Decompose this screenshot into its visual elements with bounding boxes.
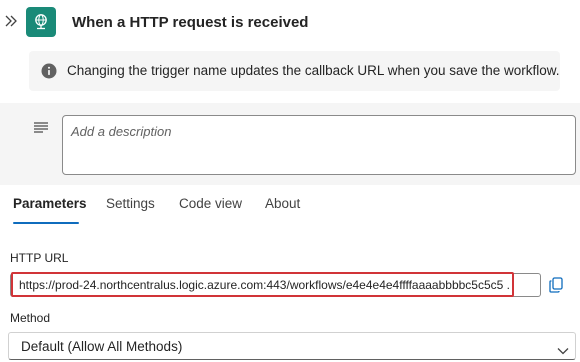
info-icon: [41, 63, 57, 79]
http-url-label: HTTP URL: [10, 251, 69, 265]
active-tab-indicator: [13, 222, 79, 224]
http-url-value: https://prod-24.northcentralus.logic.azu…: [19, 278, 509, 292]
text-align-icon: [34, 120, 48, 133]
chevron-down-icon: [557, 342, 569, 355]
info-message-text: Changing the trigger name updates the ca…: [67, 63, 560, 78]
tab-about[interactable]: About: [265, 196, 300, 211]
tab-parameters[interactable]: Parameters: [13, 196, 87, 211]
method-label: Method: [10, 311, 51, 325]
description-section: Add a description: [0, 103, 580, 185]
tab-settings[interactable]: Settings: [106, 196, 155, 211]
description-placeholder: Add a description: [71, 124, 172, 139]
trigger-title[interactable]: When a HTTP request is received: [72, 14, 308, 31]
method-selected-value: Default (Allow All Methods): [21, 339, 183, 354]
http-url-field[interactable]: https://prod-24.northcentralus.logic.azu…: [10, 273, 541, 297]
tab-code-view[interactable]: Code view: [179, 196, 242, 211]
http-globe-icon: [26, 7, 56, 37]
method-dropdown[interactable]: Default (Allow All Methods): [8, 332, 576, 360]
info-message-bar: Changing the trigger name updates the ca…: [29, 51, 560, 91]
double-chevron-right-icon[interactable]: [4, 13, 18, 29]
copy-icon[interactable]: [549, 277, 563, 293]
description-input[interactable]: Add a description: [62, 115, 576, 175]
